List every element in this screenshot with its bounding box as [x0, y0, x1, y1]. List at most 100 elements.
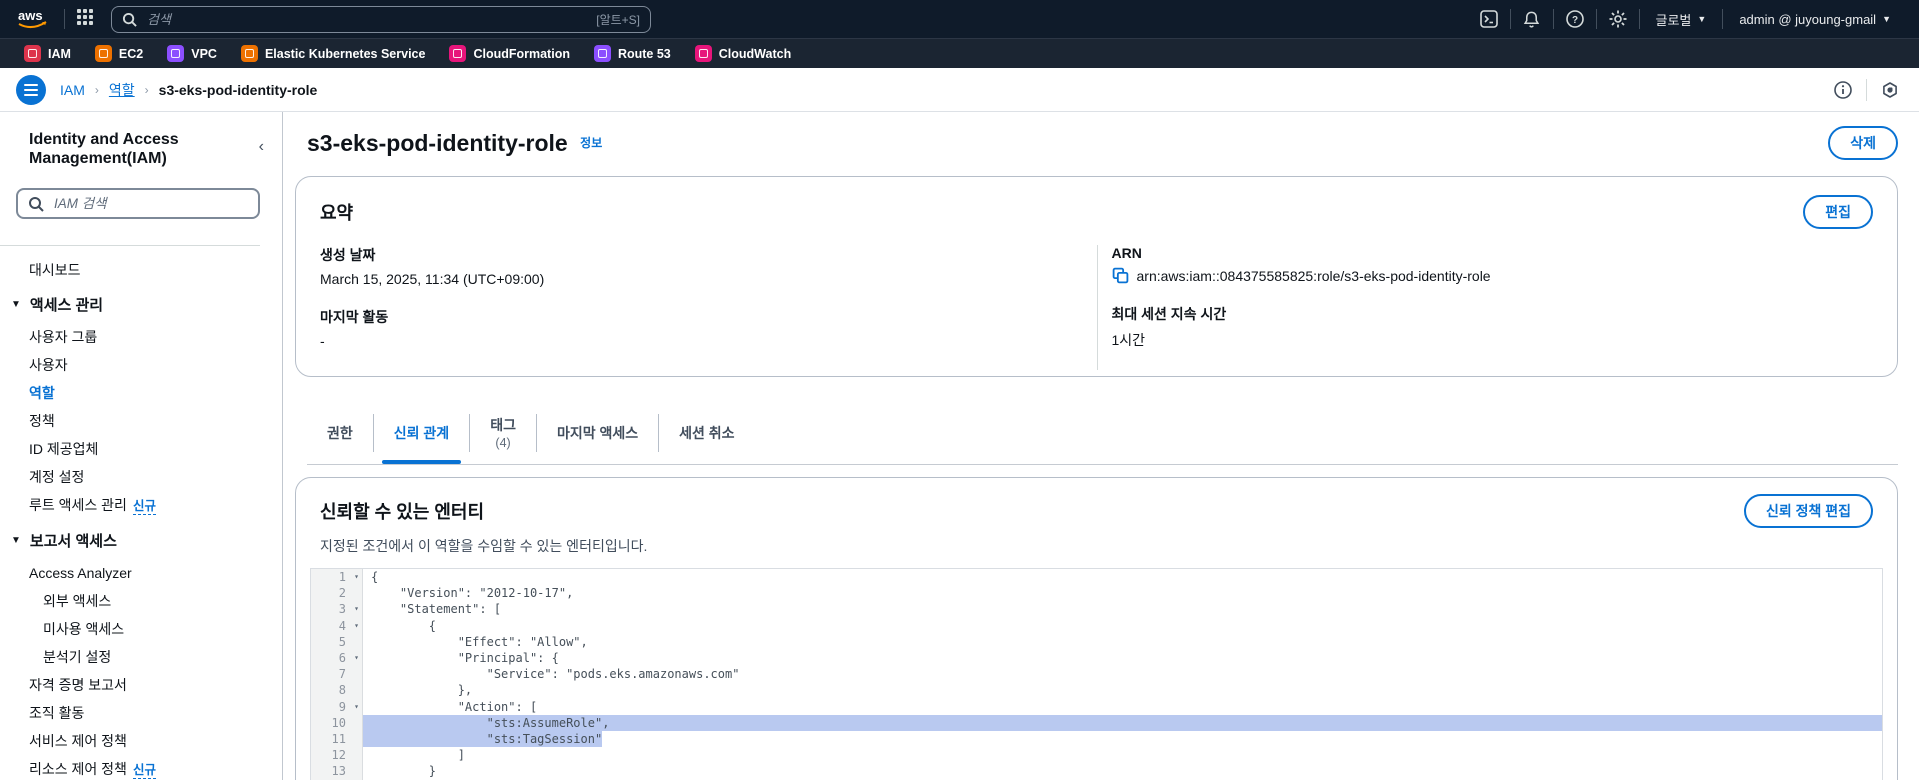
favorite-service-elastic-kubernetes-service[interactable]: Elastic Kubernetes Service [231, 39, 436, 68]
sidebar-item-계정 설정[interactable]: 계정 설정 [0, 463, 282, 491]
code-line[interactable]: 8 }, [311, 682, 1882, 699]
sidebar-item-label: 리소스 제어 정책 [29, 761, 127, 777]
sidebar-item-역할[interactable]: 역할 [0, 379, 282, 407]
sidebar-item-외부 액세스[interactable]: 외부 액세스 [0, 587, 282, 615]
code-line[interactable]: 2 "Version": "2012-10-17", [311, 585, 1882, 602]
sidebar-item-Access Analyzer[interactable]: Access Analyzer [0, 559, 282, 587]
favorite-service-cloudformation[interactable]: CloudFormation [439, 39, 580, 68]
sidebar-menu-button[interactable] [16, 74, 46, 105]
sidebar-section-액세스 관리[interactable]: ▼ 액세스 관리 [0, 284, 282, 323]
favorite-service-label: IAM [48, 46, 71, 61]
code-text: }, [371, 683, 473, 698]
fold-caret-icon[interactable]: ▾ [354, 699, 359, 715]
code-text: "sts:AssumeRole", [363, 714, 1882, 731]
role-tabs: 권한 신뢰 관계 태그 (4) 마지막 액세스 세션 취소 [307, 401, 1898, 465]
sidebar-section-label: 액세스 관리 [29, 297, 104, 314]
fold-caret-icon[interactable]: ▾ [354, 618, 359, 634]
new-badge[interactable]: 신규 [132, 763, 156, 779]
favorite-service-vpc[interactable]: VPC [157, 39, 227, 68]
info-icon[interactable] [1830, 77, 1856, 103]
favorite-service-cloudwatch[interactable]: CloudWatch [685, 39, 801, 68]
breadcrumb-roles-link[interactable]: 역할 [109, 80, 135, 100]
recently-visited-clock-icon[interactable] [1877, 77, 1903, 103]
sidebar-item-label: ID 제공업체 [29, 441, 99, 457]
delete-button[interactable]: 삭제 [1828, 126, 1898, 160]
service-icon-glyph [597, 49, 607, 58]
sidebar-item-label: 사용자 [29, 357, 68, 373]
fold-caret-icon[interactable]: ▾ [354, 601, 359, 617]
breadcrumb: IAM › 역할 › s3-eks-pod-identity-role [60, 80, 317, 100]
cloudformation-service-icon [449, 45, 467, 62]
account-menu[interactable]: admin @ juyoung-gmail ▼ [1727, 12, 1903, 27]
code-line[interactable]: 3 ▾ "Statement": [ [311, 601, 1882, 618]
code-line[interactable]: 5 "Effect": "Allow", [311, 633, 1882, 650]
field-label: 생성 날짜 [320, 247, 376, 263]
tab-label: 권한 [327, 424, 353, 441]
copy-icon[interactable] [1112, 267, 1129, 284]
trusted-entities-title: 신뢰할 수 있는 엔터티 [320, 502, 485, 522]
cloudshell-icon[interactable] [1472, 6, 1506, 32]
code-line[interactable]: 6 ▾ "Principal": { [311, 649, 1882, 667]
code-line[interactable]: 13 } [311, 763, 1882, 780]
code-text: } [371, 764, 437, 779]
new-badge[interactable]: 신규 [132, 499, 156, 515]
breadcrumb-iam-link[interactable]: IAM [60, 82, 85, 98]
trust-policy-code-editor[interactable]: 1 ▾{2 "Version": "2012-10-17", 3 ▾ "Stateme… [310, 568, 1883, 780]
sidebar-item-정책[interactable]: 정책 [0, 407, 282, 435]
aws-logo[interactable]: aws [16, 7, 52, 31]
field-value-text: March 15, 2025, 11:34 (UTC+09:00) [320, 271, 545, 287]
code-line[interactable]: 12 ] [311, 747, 1882, 764]
code-line[interactable]: 1 ▾ { [311, 569, 1882, 586]
code-line[interactable]: 7 "Service": "pods.eks.amazonaws.com" [311, 666, 1882, 683]
code-line[interactable]: 9 ▾ "Action": [ [311, 698, 1882, 715]
sidebar-item-분석기 설정[interactable]: 분석기 설정 [0, 643, 282, 671]
sidebar-item-사용자[interactable]: 사용자 [0, 351, 282, 379]
sidebar-section-label: 보고서 액세스 [29, 533, 117, 550]
tab-마지막 액세스[interactable]: 마지막 액세스 [537, 401, 658, 464]
help-icon[interactable]: ? [1558, 6, 1592, 32]
code-line[interactable]: 10 "sts:AssumeRole", [311, 714, 1882, 731]
field-value-text: 1시간 [1111, 332, 1146, 348]
sidebar-collapse-icon[interactable]: ‹ [259, 138, 264, 156]
topbar-divider [1638, 9, 1640, 29]
services-grid-icon[interactable] [77, 9, 97, 29]
fold-caret-icon[interactable]: ▾ [354, 650, 359, 666]
tab-태그[interactable]: 태그 (4) [470, 401, 536, 464]
sidebar-item-자격 증명 보고서[interactable]: 자격 증명 보고서 [0, 671, 282, 699]
sidebar-item-사용자 그룹[interactable]: 사용자 그룹 [0, 323, 282, 351]
region-selector[interactable]: 글로벌 ▼ [1644, 10, 1719, 29]
info-link[interactable]: 정보 [580, 136, 602, 150]
sidebar-item-리소스 제어 정책[interactable]: 리소스 제어 정책 신규 [0, 755, 282, 780]
favorite-service-ec2[interactable]: EC2 [85, 39, 153, 68]
sidebar-section-보고서 액세스[interactable]: ▼ 보고서 액세스 [0, 520, 282, 559]
fold-caret-icon[interactable]: ▾ [354, 569, 359, 585]
sidebar-item-루트 액세스 관리[interactable]: 루트 액세스 관리 신규 [0, 491, 282, 520]
sidebar-item-대시보드[interactable]: 대시보드 [0, 256, 282, 284]
sidebar-search-box[interactable] [16, 188, 260, 219]
sidebar-item-조직 활동[interactable]: 조직 활동 [0, 699, 282, 727]
sidebar-item-ID 제공업체[interactable]: ID 제공업체 [0, 435, 282, 463]
topbar-divider [1722, 9, 1724, 29]
notifications-bell-icon[interactable] [1515, 6, 1549, 32]
favorite-service-iam[interactable]: IAM [14, 39, 81, 68]
sidebar-item-label: 사용자 그룹 [29, 329, 98, 345]
global-search-input[interactable] [145, 10, 589, 28]
service-icon-glyph [171, 49, 181, 58]
favorite-service-label: VPC [191, 46, 217, 61]
tab-권한[interactable]: 권한 [307, 401, 373, 464]
code-line[interactable]: 11 "sts:TagSession" [311, 730, 1882, 748]
settings-gear-icon[interactable] [1601, 6, 1635, 32]
edit-button[interactable]: 편집 [1803, 195, 1873, 229]
iam-service-icon [24, 45, 41, 62]
code-line[interactable]: 4 ▾ { [311, 617, 1882, 634]
line-number: 10 [311, 714, 363, 731]
favorite-service-route-53[interactable]: Route 53 [584, 39, 681, 68]
global-search-box[interactable]: [알트+S] [111, 5, 651, 33]
tab-세션 취소[interactable]: 세션 취소 [659, 401, 754, 464]
chevron-down-icon: ▼ [11, 535, 21, 546]
tab-신뢰 관계[interactable]: 신뢰 관계 [374, 401, 469, 464]
edit-trust-policy-button[interactable]: 신뢰 정책 편집 [1743, 494, 1873, 528]
sidebar-item-미사용 액세스[interactable]: 미사용 액세스 [0, 615, 282, 643]
sidebar-item-서비스 제어 정책[interactable]: 서비스 제어 정책 [0, 727, 282, 755]
sidebar-search-input[interactable] [52, 195, 248, 212]
